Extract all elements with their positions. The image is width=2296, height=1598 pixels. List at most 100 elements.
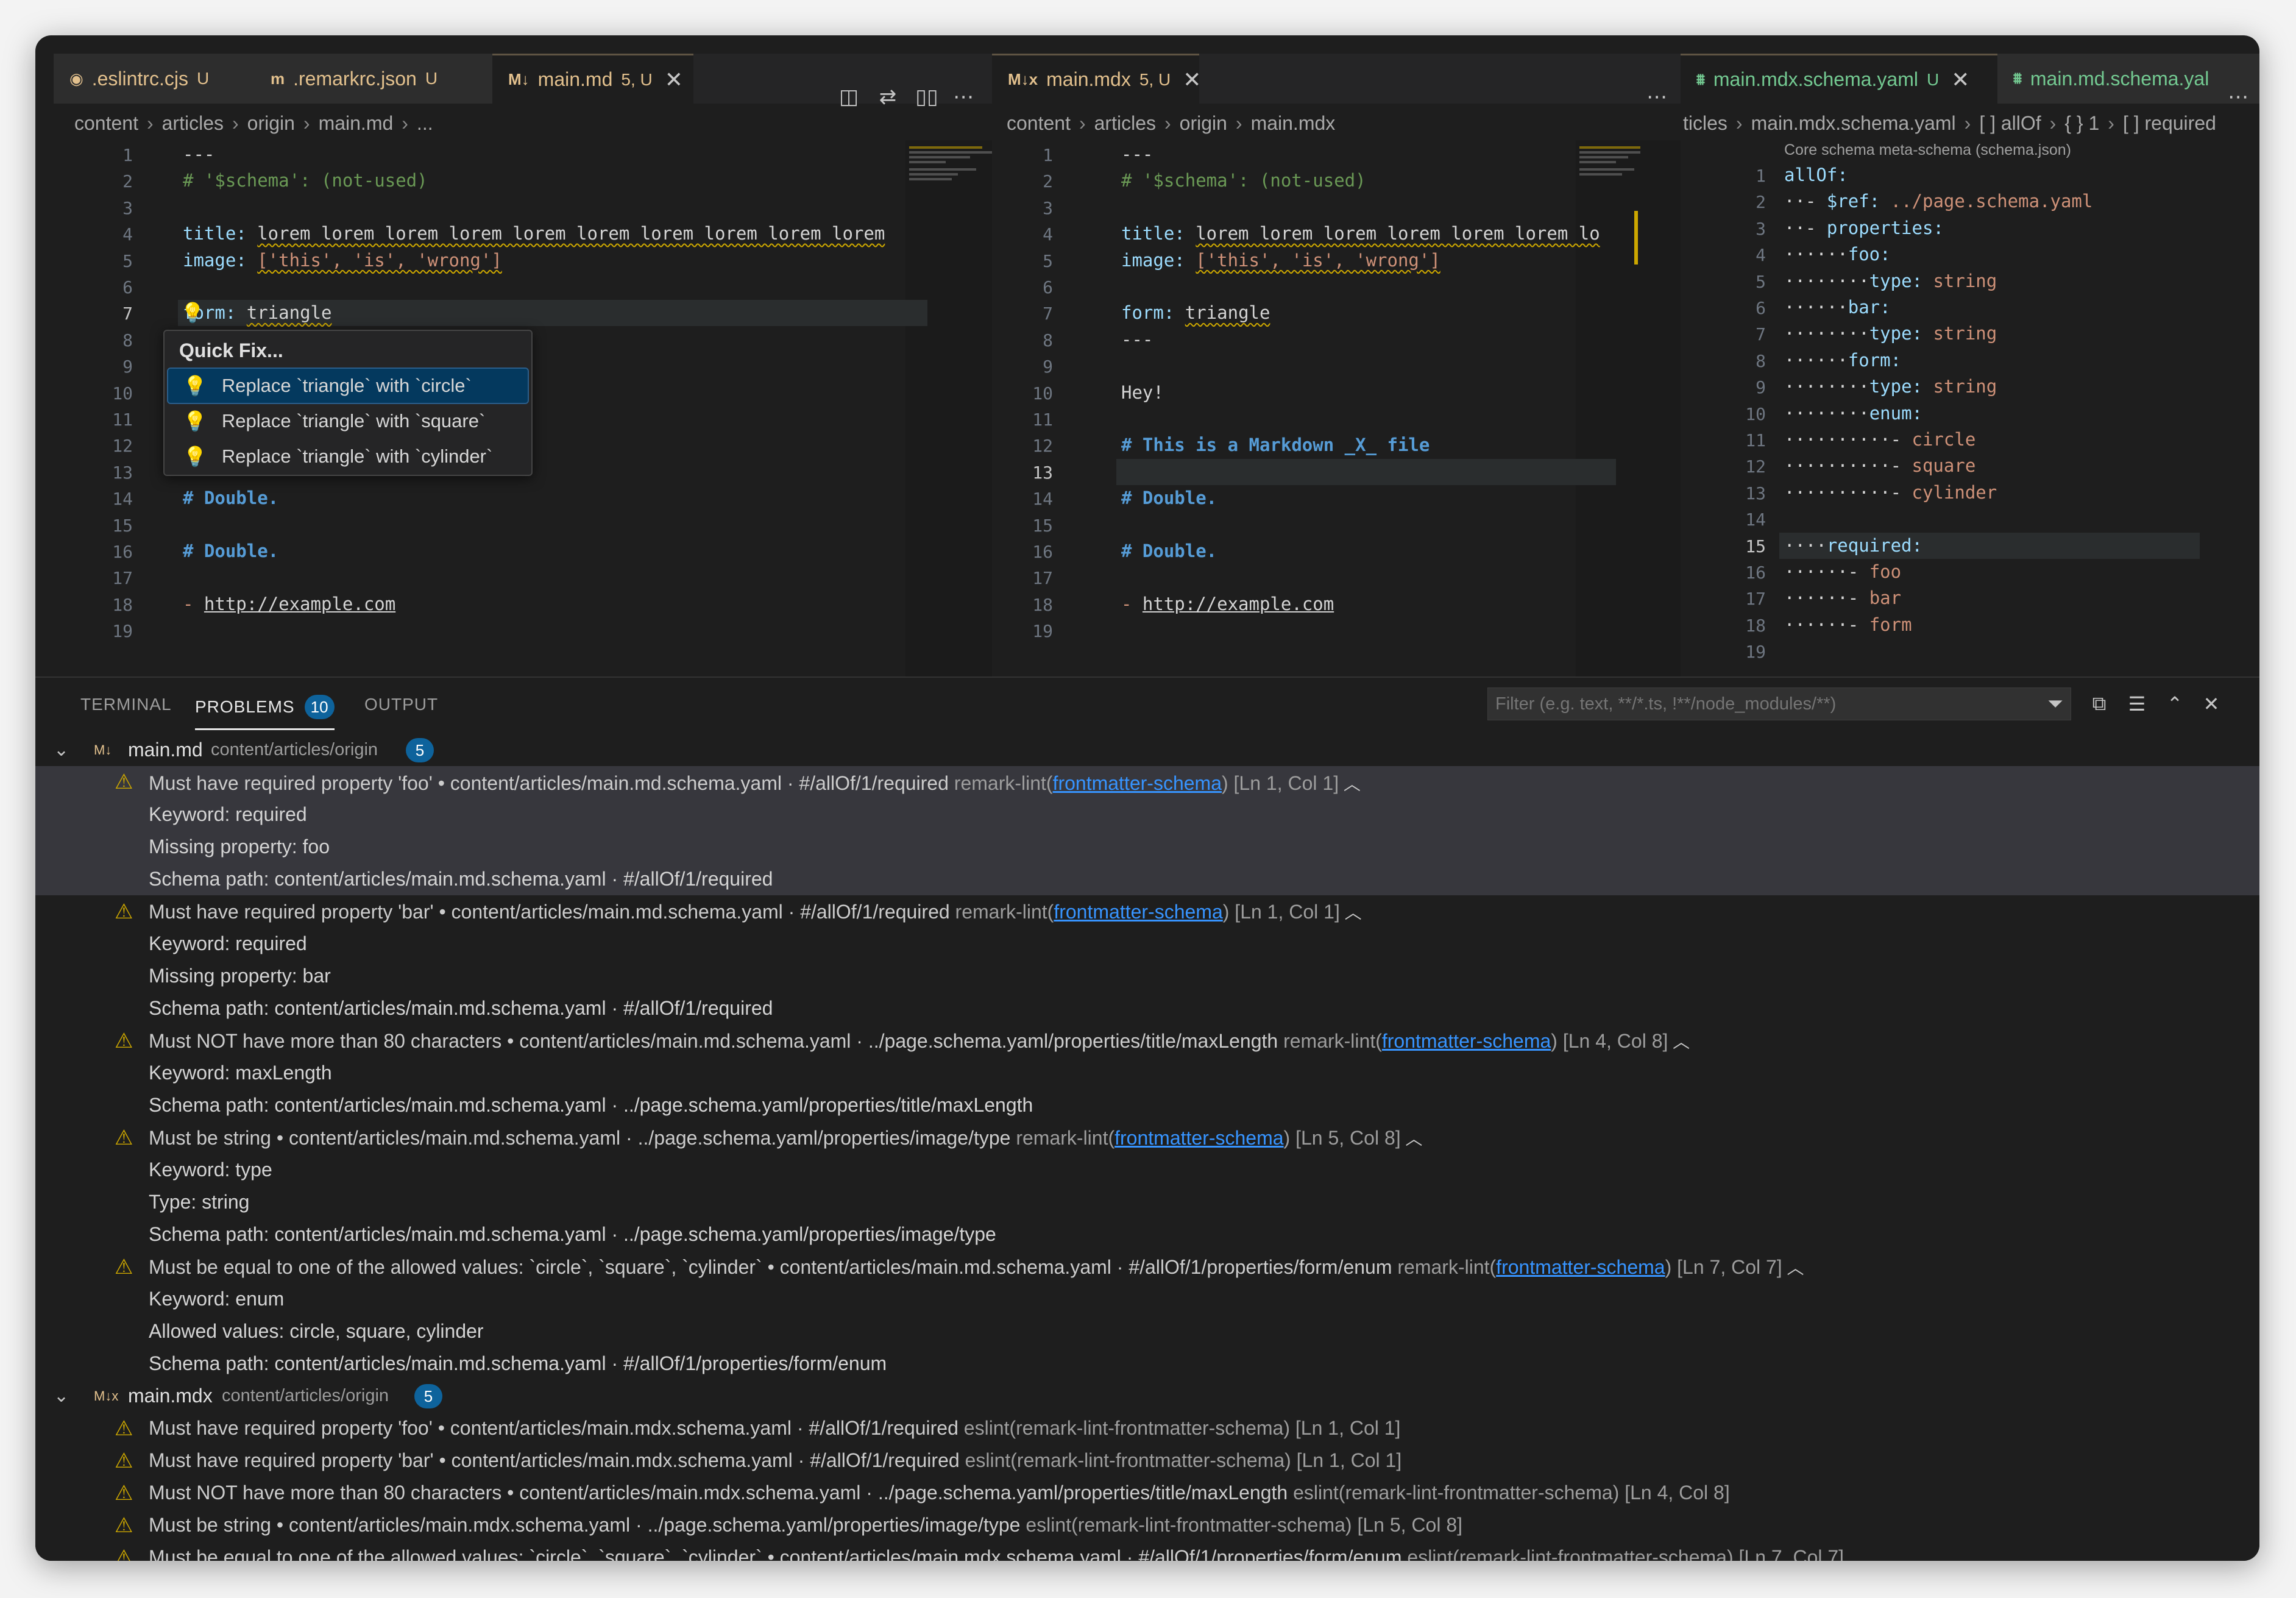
problem-rule-link[interactable]: frontmatter-schema (1054, 901, 1222, 923)
code-line[interactable]: # '$schema': (not-used) (1121, 170, 1366, 191)
code-line[interactable]: form: triangle (1121, 302, 1270, 323)
problem-rule-link[interactable]: frontmatter-schema (1382, 1030, 1551, 1052)
code-line[interactable]: ······- form (1784, 614, 1912, 635)
maximize-panel-icon[interactable]: ⌃ (2160, 687, 2190, 720)
code-line[interactable]: ······form: (1784, 350, 1901, 371)
breadcrumb-item[interactable]: origin (247, 112, 295, 135)
code-line[interactable]: # This is a Markdown _X_ file (1121, 435, 1430, 455)
code-line[interactable]: # Double. (1121, 541, 1217, 561)
code-line[interactable]: ··········- square (1784, 455, 1975, 476)
breadcrumb-mid[interactable]: content › articles › origin › main.mdx (1007, 106, 1677, 140)
breadcrumb-item[interactable]: ... (417, 112, 433, 135)
problems-filter-input[interactable] (1487, 687, 2071, 720)
problem-rule-link[interactable]: frontmatter-schema (1496, 1256, 1665, 1278)
code-line[interactable]: --- (1121, 329, 1153, 350)
code-line[interactable]: title: lorem lorem lorem lorem lorem lor… (1121, 223, 1600, 244)
code-line[interactable]: ··········- circle (1784, 429, 1975, 450)
code-line[interactable]: allOf: (1784, 165, 1848, 185)
schema-codelens[interactable]: Core schema meta-schema (schema.json) (1784, 141, 2071, 159)
code-line[interactable]: Hey! (1121, 382, 1164, 403)
problem-item[interactable]: ⚠ Must be equal to one of the allowed val… (35, 1541, 2259, 1561)
breadcrumb-item[interactable]: articles (162, 112, 224, 135)
breadcrumb-left[interactable]: content › articles › origin › main.md ›... (74, 106, 988, 140)
problem-rule-link[interactable]: frontmatter-schema (1053, 772, 1222, 794)
code-line[interactable]: ··- $ref: ../page.schema.yaml (1784, 191, 2092, 211)
filter-icon[interactable]: ⏷ (2040, 687, 2071, 720)
quick-fix-item[interactable]: 💡 Replace `triangle` with `square` (168, 404, 528, 438)
problem-item[interactable]: ⚠ Must have required property 'foo' • con… (35, 1412, 2259, 1444)
editor-tab[interactable]: M↓ main.md 5, U ✕ (492, 54, 693, 104)
minimap[interactable] (905, 140, 992, 676)
breadcrumb-item[interactable]: main.md (319, 112, 394, 135)
problem-item[interactable]: ⚠ Must be equal to one of the allowed val… (35, 1251, 2259, 1283)
panel-tab-terminal[interactable]: TERMINAL (80, 695, 172, 714)
code-line[interactable]: ······foo: (1784, 244, 1891, 265)
breadcrumb-right[interactable]: ticles › main.mdx.schema.yaml › [ ] allOf › { … (1683, 106, 2256, 140)
code-line[interactable]: --- (1121, 144, 1153, 165)
quick-fix-item[interactable]: 💡 Replace `triangle` with `circle` (167, 368, 529, 404)
close-panel-icon[interactable]: ✕ (2196, 687, 2227, 720)
problem-item[interactable]: ⚠ Must have required property 'bar' • con… (35, 1444, 2259, 1477)
problem-item[interactable]: ⚠ Must have required property 'bar' • con… (35, 895, 2259, 928)
code-line[interactable]: ········type: string (1784, 271, 1997, 291)
editor-schema-yaml[interactable]: Core schema meta-schema (schema.json) 1a… (1681, 140, 2259, 676)
close-icon[interactable]: ✕ (665, 67, 683, 93)
breadcrumb-item[interactable]: { } 1 (2064, 112, 2099, 135)
code-line[interactable]: --- (183, 144, 214, 165)
code-line[interactable]: ········type: string (1784, 323, 1997, 344)
code-line[interactable]: image: ['this', 'is', 'wrong'] (1121, 250, 1440, 271)
editor-tab[interactable]: m .remarkrc.json U (255, 54, 492, 104)
code-line[interactable]: # Double. (183, 488, 278, 508)
chevron-up-icon[interactable]: ︿ (1782, 1259, 1804, 1277)
code-line[interactable]: ······- foo (1784, 561, 1901, 582)
code-line[interactable]: - http://example.com (1121, 594, 1334, 614)
breadcrumb-item[interactable]: origin (1180, 112, 1227, 135)
chevron-up-icon[interactable]: ︿ (1340, 903, 1362, 922)
problem-item[interactable]: ⚠ Must NOT have more than 80 characters •… (35, 1477, 2259, 1509)
code-line[interactable]: # Double. (1121, 488, 1217, 508)
code-line[interactable]: ··- properties: (1784, 218, 1944, 238)
panel-tab-output[interactable]: OUTPUT (364, 695, 438, 714)
chevron-up-icon[interactable]: ︿ (1401, 1129, 1422, 1148)
code-line[interactable]: # Double. (183, 541, 278, 561)
code-line[interactable]: # '$schema': (not-used) (183, 170, 428, 191)
chevron-up-icon[interactable]: ︿ (1339, 775, 1361, 794)
problem-file-group[interactable]: ⌄ M↓x main.mdx content/articles/origin 5 (35, 1380, 2259, 1412)
problem-item[interactable]: ⚠ Must NOT have more than 80 characters •… (35, 1024, 2259, 1057)
problem-rule-link[interactable]: frontmatter-schema (1114, 1127, 1283, 1149)
panel-tab-problems[interactable]: PROBLEMS 10 (195, 695, 335, 730)
editor-tab[interactable]: ⩩ main.md.schema.yal (1997, 54, 2259, 104)
breadcrumb-item[interactable]: [ ] required (2123, 112, 2216, 135)
breadcrumb-item[interactable]: main.mdx (1251, 112, 1336, 135)
breadcrumb-item[interactable]: articles (1094, 112, 1156, 135)
collapse-all-icon[interactable]: ⧉ (2084, 687, 2114, 720)
close-icon[interactable]: ✕ (1951, 67, 1969, 93)
editor-tab[interactable]: M↓x main.mdx 5, U ✕ (992, 54, 1201, 104)
breadcrumb-item[interactable]: content (74, 112, 138, 135)
quick-fix-item[interactable]: 💡 Replace `triangle` with `cylinder` (168, 439, 528, 474)
code-line[interactable]: ··········- cylinder (1784, 482, 1997, 503)
editor-tab[interactable]: ⩩ main.mdx.schema.yaml U ✕ (1681, 54, 1997, 104)
view-as-list-icon[interactable]: ☰ (2122, 687, 2152, 720)
close-icon[interactable]: ✕ (1183, 67, 1201, 93)
code-line[interactable]: - http://example.com (183, 594, 395, 614)
code-line[interactable]: title: lorem lorem lorem lorem lorem lor… (183, 223, 885, 244)
lightbulb-icon[interactable]: 💡 (180, 301, 205, 324)
breadcrumb-item[interactable]: ticles (1683, 112, 1727, 135)
chevron-up-icon[interactable]: ︿ (1668, 1032, 1690, 1051)
problem-item[interactable]: ⚠ Must be string • content/articles/main.… (35, 1509, 2259, 1541)
code-line[interactable]: form: triangle (183, 302, 331, 323)
code-line[interactable]: ········enum: (1784, 403, 1922, 424)
code-line[interactable]: ······bar: (1784, 297, 1891, 318)
breadcrumb-item[interactable]: content (1007, 112, 1071, 135)
code-line[interactable]: ········type: string (1784, 376, 1997, 397)
problem-item[interactable]: ⚠ Must be string • content/articles/main.… (35, 1121, 2259, 1154)
breadcrumb-item[interactable]: main.mdx.schema.yaml (1751, 112, 1956, 135)
editor-tab[interactable]: ◉ .eslintrc.cjs U (54, 54, 255, 104)
code-line[interactable]: ····required: (1784, 535, 1922, 556)
problem-file-group[interactable]: ⌄ M↓ main.md content/articles/origin 5 (35, 734, 2259, 766)
editor-main-mdx[interactable]: 1 --- 2 # '$schema': (not-used) 3 4 title: lor… (992, 140, 1681, 676)
code-line[interactable]: ······- bar (1784, 588, 1901, 608)
breadcrumb-item[interactable]: [ ] allOf (1979, 112, 2041, 135)
minimap[interactable] (1576, 140, 1681, 676)
